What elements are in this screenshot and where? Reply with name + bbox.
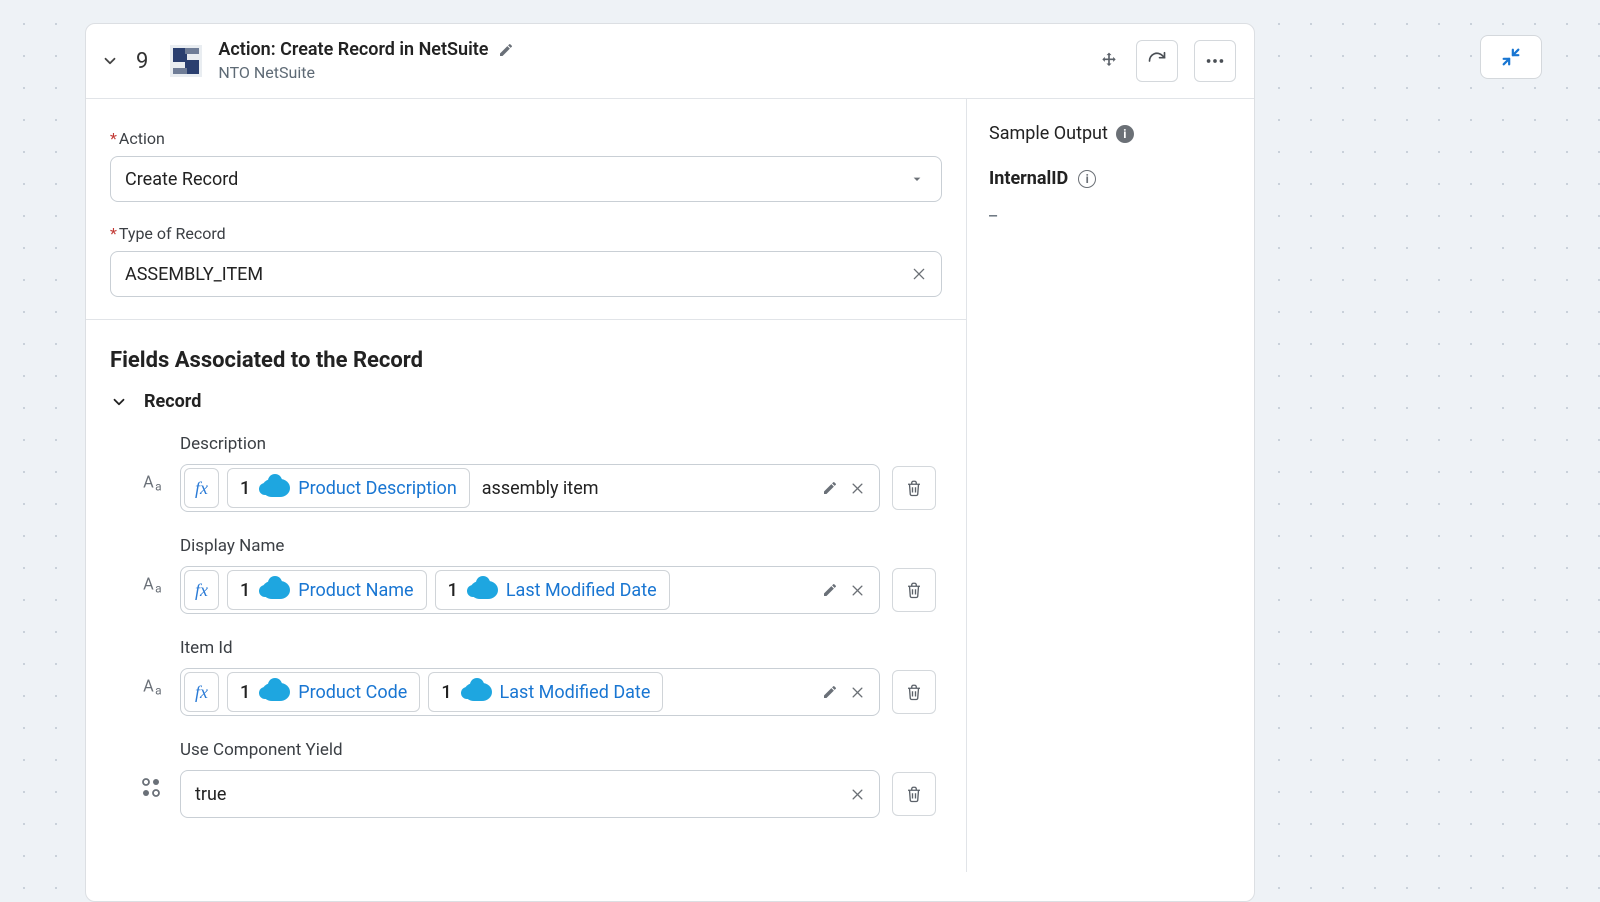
- refresh-button[interactable]: [1136, 40, 1178, 82]
- field-label: Display Name: [180, 536, 942, 556]
- info-icon[interactable]: i: [1078, 170, 1096, 188]
- chevron-down-icon: [909, 171, 925, 187]
- record-group-label: Record: [144, 391, 201, 412]
- edit-icon[interactable]: [822, 480, 838, 496]
- sample-output-title: Sample Output: [989, 123, 1108, 144]
- action-card: 9 Action: Create Record in NetSuite: [85, 23, 1255, 902]
- field-row-item-id: Aa Item Id fx 1 Product Code 1: [110, 638, 942, 716]
- variable-pill[interactable]: 1 Last Modified Date: [428, 672, 663, 712]
- boolean-type-icon: [140, 776, 168, 804]
- clear-icon[interactable]: [850, 583, 865, 598]
- info-icon[interactable]: i: [1116, 125, 1134, 143]
- svg-text:A: A: [143, 677, 154, 696]
- boolean-input[interactable]: true: [180, 770, 880, 818]
- edit-title-icon[interactable]: [498, 42, 514, 58]
- salesforce-cloud-icon: [464, 683, 492, 701]
- salesforce-cloud-icon: [470, 581, 498, 599]
- boolean-value: true: [195, 784, 226, 805]
- field-label: Item Id: [180, 638, 942, 658]
- canvas-right-gutter: [1255, 0, 1600, 902]
- chevron-down-icon: [110, 393, 128, 411]
- section-divider: [86, 319, 966, 320]
- expression-input[interactable]: fx 1 Product Name 1 Last Modified Date: [180, 566, 880, 614]
- fx-chip[interactable]: fx: [184, 672, 219, 712]
- canvas-left-gutter: [0, 0, 85, 902]
- type-of-record-value: ASSEMBLY_ITEM: [125, 264, 263, 285]
- sample-output-panel: Sample Output i InternalID i _: [966, 99, 1254, 872]
- fields-section-title: Fields Associated to the Record: [110, 348, 942, 373]
- field-row-description: Aa Description fx 1 Product Description …: [110, 434, 942, 512]
- netsuite-icon: [164, 39, 208, 83]
- edit-icon[interactable]: [822, 684, 838, 700]
- expression-input[interactable]: fx 1 Product Code 1 Last Modified Date: [180, 668, 880, 716]
- svg-text:A: A: [143, 575, 154, 594]
- output-field-label: InternalID: [989, 168, 1068, 189]
- delete-field-button[interactable]: [892, 466, 936, 510]
- text-type-icon: Aa: [140, 672, 168, 700]
- edit-icon[interactable]: [822, 582, 838, 598]
- record-group-toggle[interactable]: Record: [110, 391, 942, 412]
- action-label: *Action: [110, 129, 942, 148]
- action-select-value: Create Record: [125, 169, 238, 190]
- type-of-record-input[interactable]: ASSEMBLY_ITEM: [110, 251, 942, 297]
- main-column: *Action Create Record *Type of Record AS…: [86, 99, 966, 872]
- expression-input[interactable]: fx 1 Product Description assembly item: [180, 464, 880, 512]
- step-number: 9: [136, 49, 148, 74]
- expression-text: assembly item: [482, 478, 599, 499]
- clear-icon[interactable]: [911, 266, 927, 282]
- svg-text:a: a: [155, 684, 161, 698]
- more-actions-button[interactable]: [1194, 40, 1236, 82]
- collapse-panel-button[interactable]: [1480, 35, 1542, 79]
- delete-field-button[interactable]: [892, 568, 936, 612]
- action-select[interactable]: Create Record: [110, 156, 942, 202]
- clear-icon[interactable]: [850, 685, 865, 700]
- salesforce-cloud-icon: [262, 683, 290, 701]
- field-label: Description: [180, 434, 942, 454]
- output-field-value: _: [989, 199, 1232, 220]
- field-row-display-name: Aa Display Name fx 1 Product Name: [110, 536, 942, 614]
- variable-pill[interactable]: 1 Product Description: [227, 468, 470, 508]
- collapse-toggle[interactable]: [98, 49, 122, 73]
- clear-icon[interactable]: [850, 481, 865, 496]
- fx-chip[interactable]: fx: [184, 570, 219, 610]
- svg-text:a: a: [155, 582, 161, 596]
- salesforce-cloud-icon: [262, 479, 290, 497]
- svg-text:A: A: [143, 473, 154, 492]
- clear-icon[interactable]: [850, 787, 865, 802]
- variable-pill[interactable]: 1 Product Code: [227, 672, 420, 712]
- delete-field-button[interactable]: [892, 670, 936, 714]
- salesforce-cloud-icon: [262, 581, 290, 599]
- text-type-icon: Aa: [140, 468, 168, 496]
- text-type-icon: Aa: [140, 570, 168, 598]
- svg-text:a: a: [155, 480, 161, 494]
- step-subtitle: NTO NetSuite: [218, 63, 514, 84]
- field-row-use-component-yield: Use Component Yield true: [110, 740, 942, 818]
- variable-pill[interactable]: 1 Product Name: [227, 570, 427, 610]
- type-of-record-label: *Type of Record: [110, 224, 942, 243]
- delete-field-button[interactable]: [892, 772, 936, 816]
- card-header: 9 Action: Create Record in NetSuite: [86, 24, 1254, 98]
- fx-chip[interactable]: fx: [184, 468, 219, 508]
- variable-pill[interactable]: 1 Last Modified Date: [435, 570, 670, 610]
- step-title: Action: Create Record in NetSuite: [218, 38, 488, 61]
- move-icon[interactable]: [1098, 50, 1120, 72]
- step-titles: Action: Create Record in NetSuite NTO Ne…: [218, 38, 514, 84]
- field-label: Use Component Yield: [180, 740, 942, 760]
